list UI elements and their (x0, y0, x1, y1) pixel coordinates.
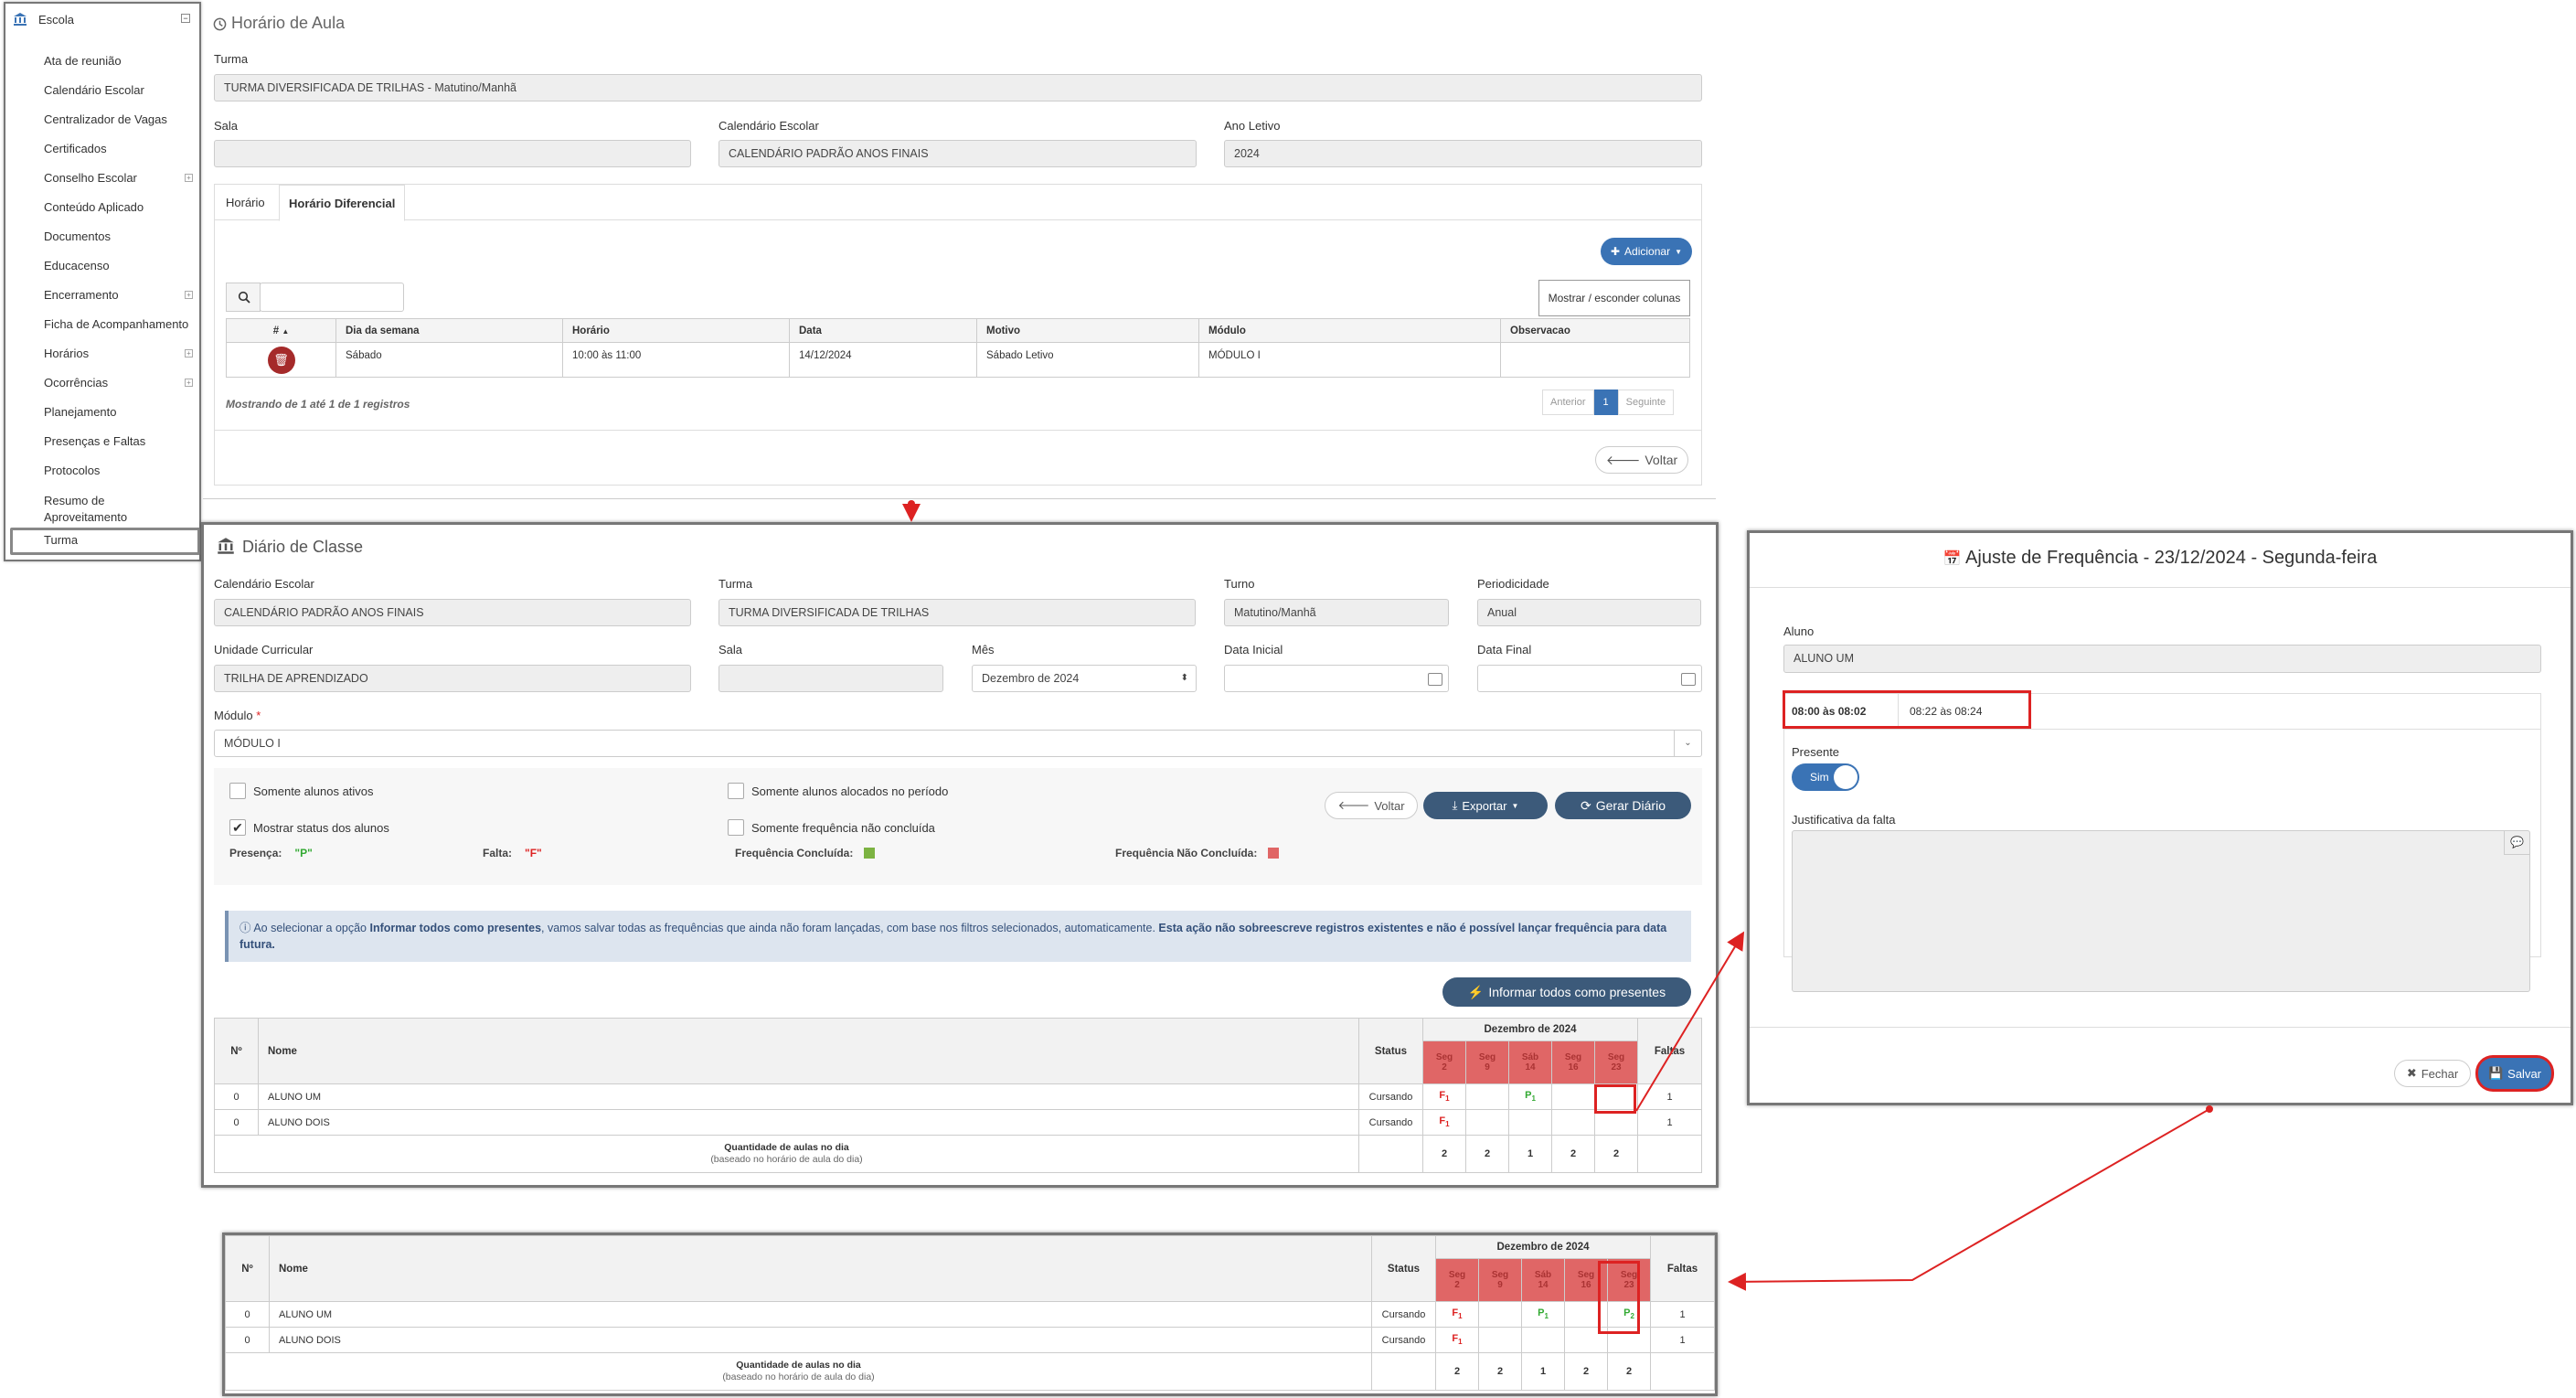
arrow-horario-to-diario (902, 500, 921, 522)
connector-arrows (902, 500, 2213, 1291)
arrow-cell-to-modal (1635, 931, 1745, 1112)
arrow-modal-to-result (1728, 1105, 2213, 1291)
